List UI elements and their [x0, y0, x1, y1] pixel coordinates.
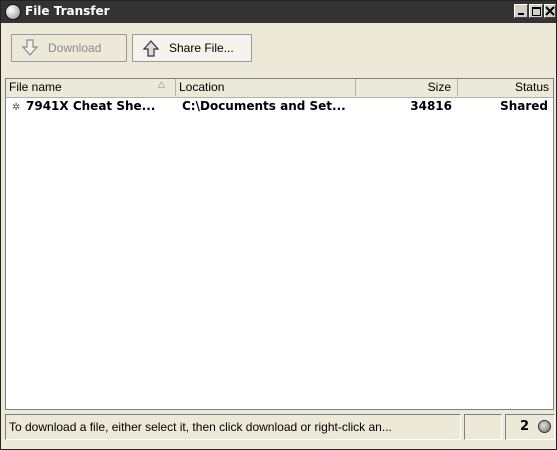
share-file-label: Share File...: [169, 41, 234, 55]
minimize-button[interactable]: [514, 4, 528, 18]
globe-icon: [5, 4, 21, 20]
title-bar[interactable]: File Transfer: [1, 1, 556, 23]
size-cell: 34816: [410, 99, 452, 113]
network-status-icon: [538, 420, 551, 433]
connection-count-panel: 2: [505, 414, 555, 440]
close-icon: [545, 6, 555, 16]
maximize-button[interactable]: [529, 4, 543, 18]
sort-ascending-icon: △: [158, 80, 165, 90]
close-button[interactable]: [544, 4, 556, 18]
arrow-up-icon: [142, 40, 160, 57]
share-file-button[interactable]: Share File...: [132, 34, 252, 62]
column-header-location[interactable]: Location: [176, 79, 356, 96]
toolbar: Download Share File...: [1, 23, 556, 73]
file-share-icon: ✲: [12, 102, 21, 113]
location-cell: C:\Documents and Set...: [182, 99, 346, 113]
file-name-cell: ✲ 7941X Cheat She...: [12, 98, 172, 116]
download-label: Download: [48, 41, 102, 55]
file-transfer-window: File Transfer Download Share File... Fil…: [0, 0, 557, 450]
column-header-size[interactable]: Size: [356, 79, 458, 96]
status-cell: Shared: [500, 99, 548, 113]
connection-count: 2: [520, 419, 530, 434]
column-header-file-name[interactable]: File name: [6, 79, 176, 96]
status-message: To download a file, either select it, th…: [5, 414, 461, 440]
status-bar: To download a file, either select it, th…: [1, 412, 556, 449]
window-title: File Transfer: [25, 4, 110, 18]
file-list[interactable]: File name △ Location Size Status ✲ 7941X …: [5, 78, 554, 410]
list-header: File name △ Location Size Status: [6, 79, 553, 98]
table-row[interactable]: ✲ 7941X Cheat She... C:\Documents and Set…: [6, 98, 553, 115]
column-header-status[interactable]: Status: [458, 79, 553, 96]
status-panel: [464, 414, 502, 440]
download-button[interactable]: Download: [11, 34, 127, 62]
arrow-down-icon: [21, 39, 39, 56]
